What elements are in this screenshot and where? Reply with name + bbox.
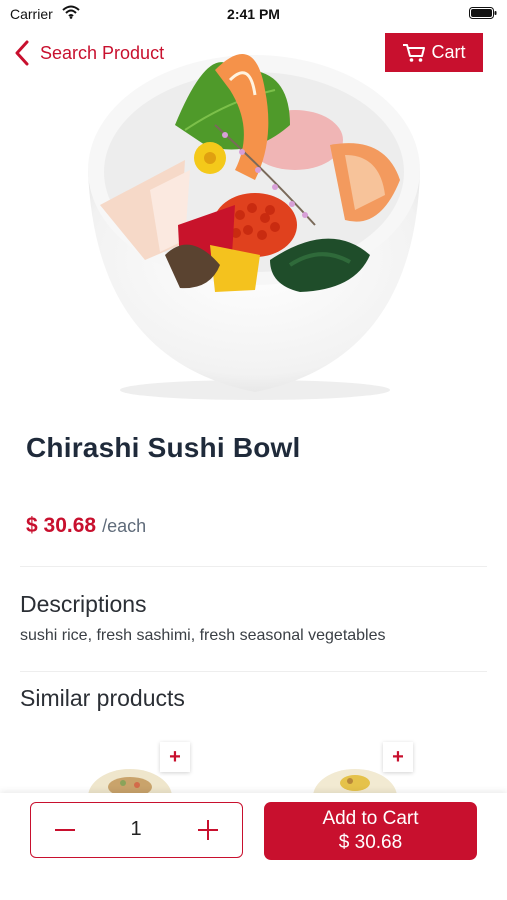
decrease-quantity-button[interactable] xyxy=(35,803,95,856)
add-to-cart-price: $ 30.68 xyxy=(338,832,403,853)
add-similar-button[interactable]: + xyxy=(383,742,413,772)
product-title: Chirashi Sushi Bowl xyxy=(26,432,301,463)
description-text: sushi rice, fresh sashimi, fresh seasona… xyxy=(20,627,386,644)
product-image xyxy=(88,54,420,400)
clock: 2:41 PM xyxy=(227,6,280,22)
similar-products-heading: Similar products xyxy=(20,685,185,711)
price-unit: /each xyxy=(102,516,147,536)
add-to-cart-button[interactable]: Add to Cart $ 30.68 xyxy=(264,802,477,860)
back-label: Search Product xyxy=(40,42,165,63)
status-bar: Carrier 2:41 PM xyxy=(0,0,507,28)
cart-label: Cart xyxy=(431,42,466,62)
increase-quantity-button[interactable] xyxy=(178,803,238,856)
price-row: $ 30.68 /each xyxy=(26,514,146,538)
descriptions-heading: Descriptions xyxy=(20,591,147,617)
bottom-bar: 1 Add to Cart $ 30.68 xyxy=(0,793,507,900)
cart-button[interactable]: Cart xyxy=(385,33,483,72)
battery-icon xyxy=(469,7,497,19)
divider xyxy=(20,566,487,567)
product-price: $ 30.68 xyxy=(26,514,97,537)
quantity-value[interactable]: 1 xyxy=(91,803,181,856)
add-to-cart-label: Add to Cart xyxy=(322,808,419,829)
quantity-stepper: 1 xyxy=(30,802,243,858)
back-button[interactable]: Search Product xyxy=(14,38,164,68)
cart-icon xyxy=(403,43,426,62)
divider xyxy=(20,671,487,672)
chevron-left-icon xyxy=(15,40,29,66)
plus-icon xyxy=(198,819,218,840)
minus-icon xyxy=(55,828,75,831)
add-similar-button[interactable]: + xyxy=(160,742,190,772)
